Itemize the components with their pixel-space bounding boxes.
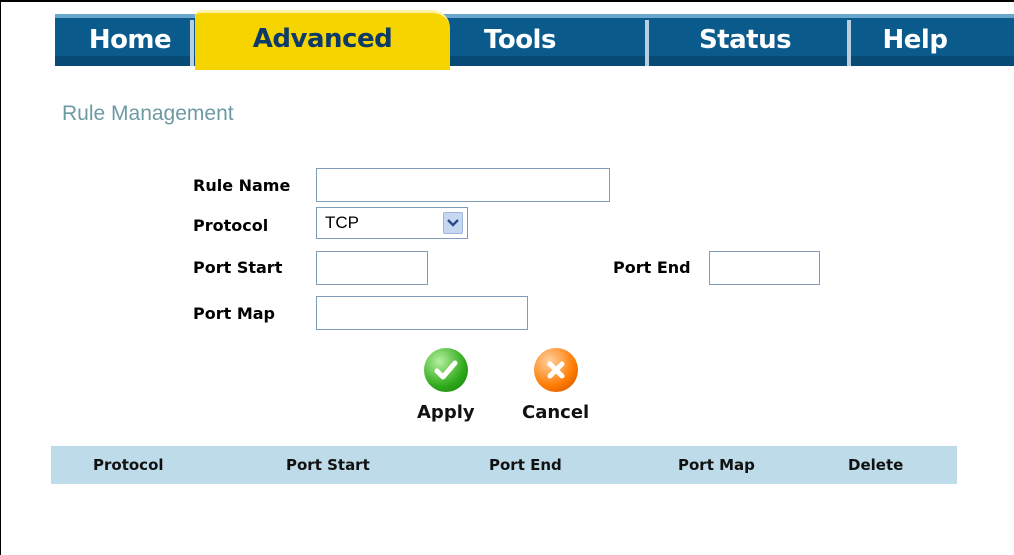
tab-help-label: Help	[882, 25, 948, 55]
nav-tab-bar: Home Advanced Tools Status Help	[55, 10, 1014, 70]
protocol-selected-value: TCP	[325, 213, 359, 232]
port-end-label: Port End	[613, 258, 691, 277]
tab-advanced[interactable]: Advanced	[195, 10, 450, 70]
apply-label: Apply	[417, 402, 475, 423]
x-icon	[533, 348, 578, 392]
column-header-port-map: Port Map	[678, 456, 755, 474]
tab-separator	[190, 20, 194, 66]
tab-separator	[645, 20, 649, 66]
column-header-delete: Delete	[848, 456, 904, 474]
port-start-input[interactable]	[316, 251, 428, 285]
column-header-protocol: Protocol	[93, 456, 164, 474]
cancel-label: Cancel	[522, 402, 590, 423]
apply-button[interactable]: Apply	[417, 348, 475, 423]
column-header-port-end: Port End	[489, 456, 562, 474]
tab-separator	[847, 20, 851, 66]
tab-home-label: Home	[88, 25, 172, 55]
rules-table-header: Protocol Port Start Port End Port Map De…	[51, 446, 957, 484]
column-header-port-start: Port Start	[286, 456, 370, 474]
protocol-select[interactable]: TCP	[316, 207, 468, 239]
tab-advanced-label: Advanced	[252, 23, 393, 54]
port-map-label: Port Map	[193, 304, 275, 323]
tab-status-label: Status	[698, 25, 792, 55]
port-map-input[interactable]	[316, 296, 528, 330]
tab-home[interactable]: Home	[75, 14, 185, 66]
rule-name-label: Rule Name	[193, 176, 291, 195]
check-icon	[423, 348, 468, 392]
tab-tools-label: Tools	[484, 25, 556, 55]
page-title: Rule Management	[62, 102, 234, 125]
chevron-down-icon[interactable]	[443, 212, 463, 234]
rule-name-input[interactable]	[316, 168, 610, 202]
protocol-label: Protocol	[193, 216, 269, 235]
tab-tools[interactable]: Tools	[460, 14, 580, 66]
cancel-button[interactable]: Cancel	[522, 348, 589, 423]
tab-help[interactable]: Help	[855, 14, 975, 66]
tab-status[interactable]: Status	[655, 14, 835, 66]
port-start-label: Port Start	[193, 258, 283, 277]
port-end-input[interactable]	[709, 251, 820, 285]
